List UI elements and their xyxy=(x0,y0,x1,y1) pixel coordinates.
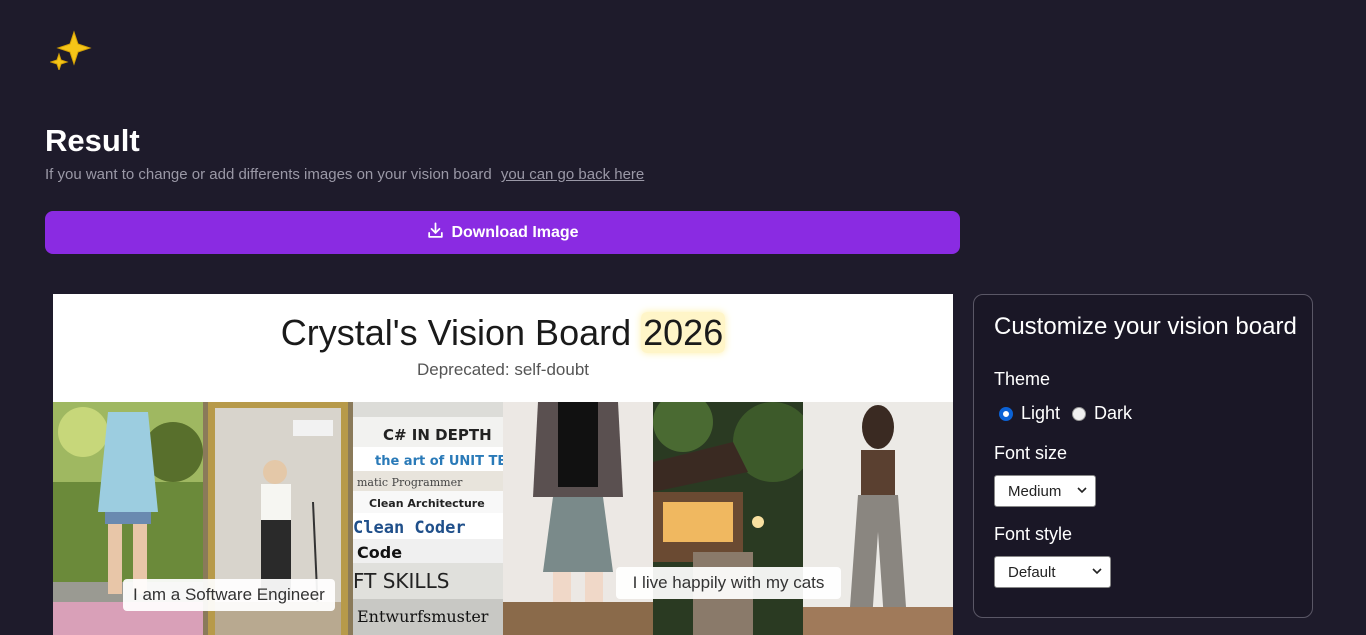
caption-software-engineer: I am a Software Engineer xyxy=(123,579,335,611)
theme-dark-radio[interactable] xyxy=(1072,406,1087,421)
subtitle-text: If you want to change or add differents … xyxy=(45,166,492,183)
font-style-select[interactable]: Default xyxy=(994,556,1111,588)
photo-japanese-street xyxy=(653,402,803,635)
download-image-button[interactable]: Download Image xyxy=(45,211,960,254)
customize-panel: Customize your vision board Theme Light … xyxy=(973,294,1313,618)
svg-text:Entwurfsmuster: Entwurfsmuster xyxy=(357,607,489,626)
svg-text:FT SKILLS: FT SKILLS xyxy=(353,569,449,593)
svg-text:Clean Architecture: Clean Architecture xyxy=(369,497,485,510)
board-year: 2026 xyxy=(641,312,726,353)
font-style-value: Default xyxy=(1008,563,1056,581)
theme-light-radio[interactable] xyxy=(999,406,1013,421)
back-link[interactable]: you can go back here xyxy=(501,166,644,183)
download-label: Download Image xyxy=(451,223,579,241)
caption-cats: I live happily with my cats xyxy=(616,567,841,599)
vision-board: Crystal's Vision Board 2026 Deprecated: … xyxy=(53,294,953,635)
theme-light-label[interactable]: Light xyxy=(1021,403,1060,424)
svg-text:C# IN DEPTH: C# IN DEPTH xyxy=(383,426,492,444)
photo-woman-standing xyxy=(803,402,953,635)
board-title: Crystal's Vision Board 2026 xyxy=(53,312,953,354)
board-subtitle: Deprecated: self-doubt xyxy=(417,360,589,379)
svg-text:Clean Coder: Clean Coder xyxy=(353,518,466,538)
svg-text:Code: Code xyxy=(357,543,402,562)
svg-text:the art of UNIT TESTING: the art of UNIT TESTING xyxy=(375,454,503,469)
download-icon xyxy=(426,221,445,245)
photo-denim-outfit xyxy=(503,402,653,635)
photo-books: C# IN DEPTH the art of UNIT TESTING mati… xyxy=(353,402,503,635)
page-subtitle: If you want to change or add differents … xyxy=(45,166,644,183)
panel-title: Customize your vision board xyxy=(994,313,1297,340)
page-title: Result xyxy=(45,123,140,158)
font-size-value: Medium xyxy=(1008,482,1062,500)
font-size-label: Font size xyxy=(994,443,1068,463)
font-size-select[interactable]: Medium xyxy=(994,475,1096,507)
chevron-down-icon xyxy=(1077,487,1087,494)
board-title-text: Crystal's Vision Board xyxy=(280,312,632,353)
theme-dark-label[interactable]: Dark xyxy=(1094,403,1132,424)
theme-label: Theme xyxy=(994,369,1051,389)
theme-radio-group: Light Dark xyxy=(999,403,1144,424)
font-style-label: Font style xyxy=(994,524,1073,544)
svg-text:matic Programmer: matic Programmer xyxy=(357,476,463,489)
sparkles-logo-icon xyxy=(49,30,92,72)
chevron-down-icon xyxy=(1092,568,1102,575)
